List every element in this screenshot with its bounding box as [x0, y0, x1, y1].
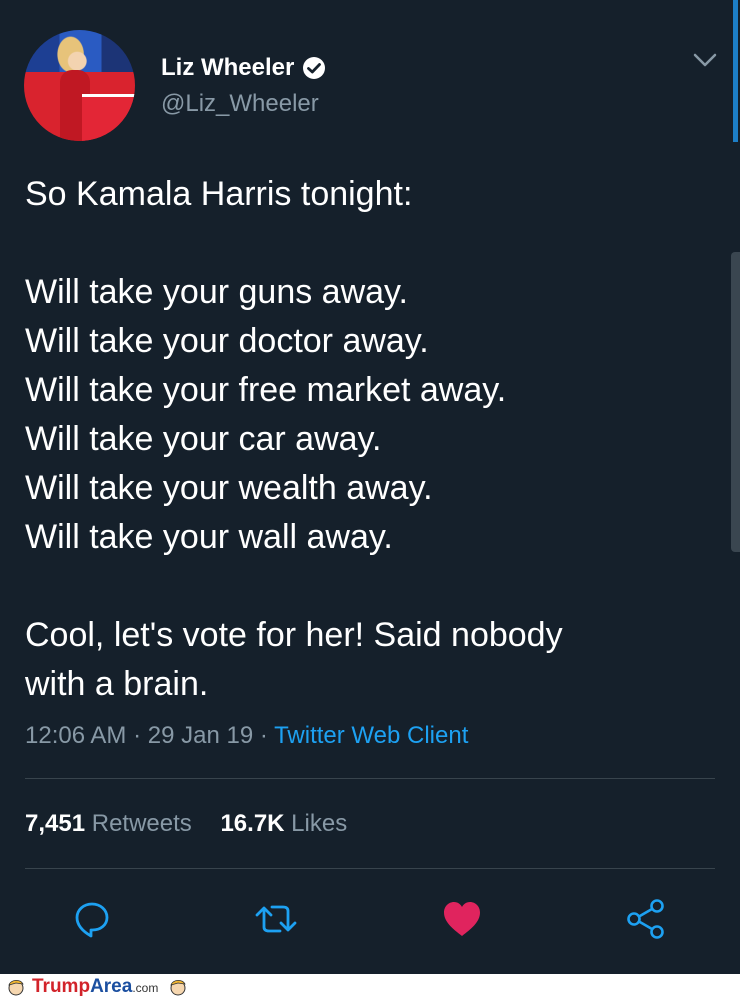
- tweet-time: 12:06 AM: [25, 722, 127, 749]
- chevron-down-icon[interactable]: [692, 50, 718, 70]
- brand-text-area: Area: [90, 975, 133, 997]
- retweets-count[interactable]: 7,451: [25, 810, 85, 837]
- tweet-line: [25, 562, 715, 611]
- tweet-line: Will take your free market away.: [25, 371, 507, 409]
- tweet-line: Will take your doctor away.: [25, 322, 429, 360]
- heart-icon: [444, 902, 480, 936]
- verified-badge-icon: [303, 57, 326, 79]
- brand-text-trump: Trump: [32, 975, 91, 997]
- tweet-line: Will take your car away.: [25, 420, 382, 458]
- trump-mascot-icon: [8, 979, 24, 995]
- retweet-icon: [255, 905, 297, 933]
- tweet-line: So Kamala Harris tonight:: [25, 175, 413, 213]
- author-name[interactable]: Liz Wheeler: [161, 54, 294, 82]
- tweet-date: 29 Jan 19: [147, 722, 254, 749]
- reply-button[interactable]: [70, 897, 114, 941]
- brand-text-suffix: .com: [132, 980, 159, 995]
- author-handle[interactable]: @Liz_Wheeler: [161, 90, 319, 118]
- scrollbar[interactable]: [731, 252, 740, 552]
- avatar-podium: [82, 94, 135, 141]
- tweet-text: So Kamala Harris tonight: Will take your…: [25, 170, 715, 709]
- reply-icon: [75, 902, 109, 938]
- trump-mascot-icon: [170, 979, 186, 995]
- watermark-bar: TrumpArea.com: [0, 974, 740, 999]
- tweet-line: Will take your guns away.: [25, 273, 408, 311]
- top-strip: [0, 0, 740, 10]
- divider: [25, 868, 715, 869]
- tweet-client-link[interactable]: Twitter Web Client: [274, 722, 468, 749]
- retweet-button[interactable]: [254, 897, 298, 941]
- meta-separator: ·: [259, 722, 268, 749]
- tweet-line: Cool, let's vote for her! Said nobody: [25, 616, 563, 654]
- tweet-line: Will take your wealth away.: [25, 469, 433, 507]
- tweet-line: Will take your wall away.: [25, 518, 393, 556]
- likes-count[interactable]: 16.7K: [220, 810, 284, 837]
- tweet-metadata: 12:06 AM · 29 Jan 19 · Twitter Web Clien…: [25, 722, 468, 750]
- meta-separator: ·: [133, 722, 142, 749]
- watermark-logo: TrumpArea.com: [32, 976, 158, 998]
- tweet-line: [25, 219, 715, 268]
- share-button[interactable]: [624, 897, 668, 941]
- share-icon: [627, 899, 664, 939]
- likes-label[interactable]: Likes: [291, 810, 347, 837]
- divider: [25, 778, 715, 779]
- tweet-line: with a brain.: [25, 665, 209, 703]
- author-row[interactable]: Liz Wheeler: [161, 54, 326, 82]
- avatar[interactable]: [24, 30, 135, 141]
- retweets-label[interactable]: Retweets: [92, 810, 192, 837]
- like-button[interactable]: [440, 897, 484, 941]
- engagement-stats: 7,451 Retweets 16.7K Likes: [25, 810, 369, 838]
- scroll-indicator: [733, 0, 738, 142]
